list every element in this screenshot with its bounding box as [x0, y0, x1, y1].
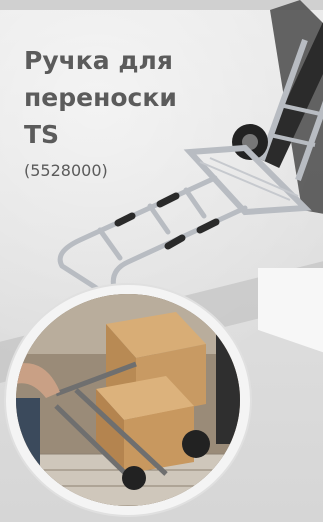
carry-handle-image	[57, 0, 323, 303]
handle-rails	[57, 175, 248, 303]
usage-photo	[16, 294, 240, 506]
usage-scene	[16, 294, 240, 506]
product-card: Ручка для переноски TS (5528000)	[0, 0, 323, 522]
handle-grips	[114, 192, 220, 250]
